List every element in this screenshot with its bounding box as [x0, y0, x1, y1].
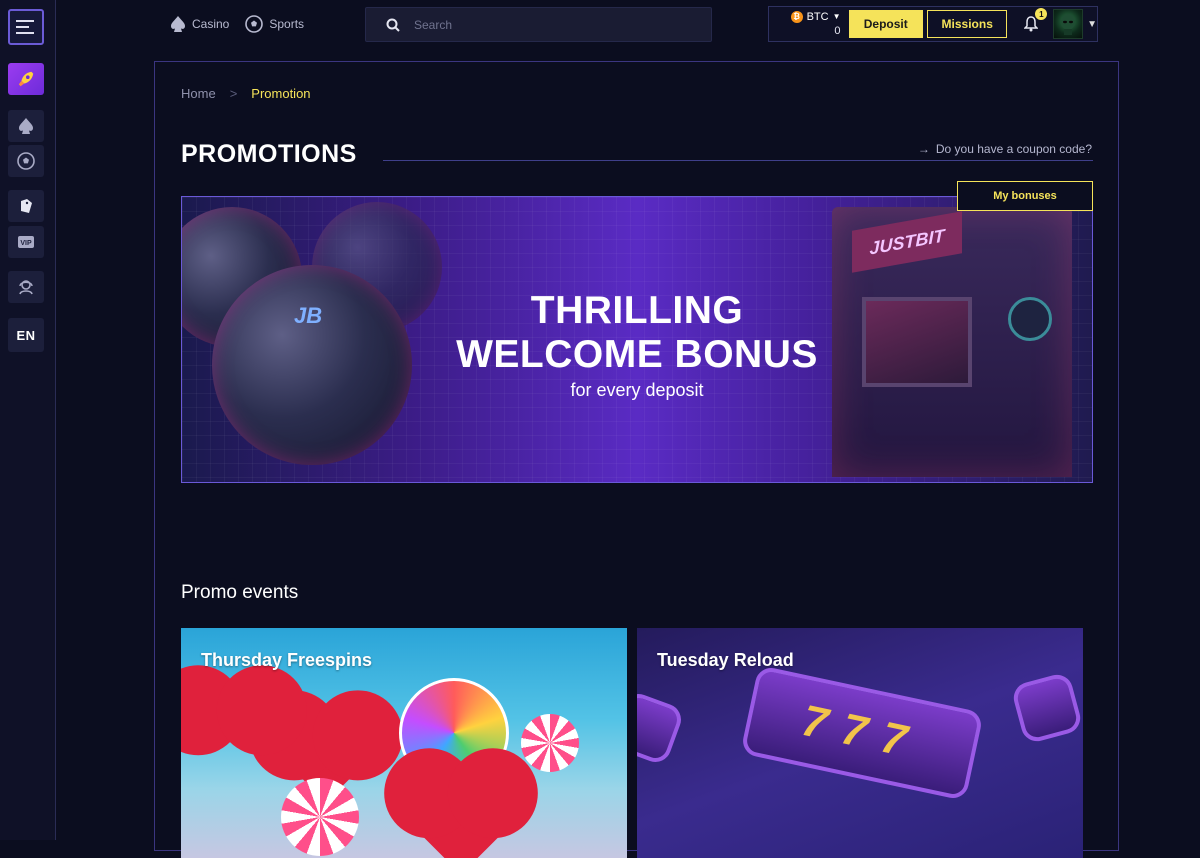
slot-reel-image [1010, 671, 1083, 745]
search-bar [365, 7, 712, 42]
alien-avatar-icon [1061, 14, 1076, 35]
avatar[interactable] [1053, 9, 1084, 39]
promo-card-title: Tuesday Reload [657, 650, 794, 670]
heart-image [214, 678, 246, 710]
search-icon [386, 18, 400, 32]
banner-headline-line2: WELCOME BONUS [456, 333, 818, 376]
nav-casino-label: Casino [192, 17, 230, 31]
bonus-nav-button[interactable] [8, 190, 44, 222]
promo-events-title: Promo events [181, 582, 299, 603]
banner-subtitle: for every deposit [570, 380, 704, 400]
nav-casino[interactable]: Casino [170, 10, 229, 38]
banner-headline-line1: THRILLING [530, 289, 744, 332]
svg-text:VIP: VIP [20, 240, 32, 247]
casino-nav-button[interactable] [8, 110, 44, 142]
sports-nav-button[interactable] [8, 145, 44, 177]
spade-icon [19, 118, 33, 134]
menu-button[interactable] [8, 9, 44, 45]
lollipop-image [281, 778, 359, 856]
language-button[interactable]: EN [8, 318, 44, 352]
slot-reel-image [637, 689, 686, 767]
breadcrumb: Home > Promotion [181, 86, 311, 101]
slot-reel-digits: 777 [797, 695, 927, 770]
account-bar: ₿ BTC ▼ 0 Deposit Missions 1 ▼ [768, 6, 1098, 42]
promo-card-thursday-freespins[interactable]: Thursday Freespins [181, 628, 627, 858]
balance-value: 0 [834, 25, 841, 37]
soccer-ball-icon [245, 15, 264, 33]
banner-headline: THRILLING WELCOME BONUS [182, 289, 1092, 377]
spade-icon [171, 16, 185, 32]
title-divider [383, 160, 1093, 161]
bitcoin-icon: ₿ [790, 11, 803, 23]
coupon-link-label: Do you have a coupon code? [935, 142, 1092, 156]
breadcrumb-current: Promotion [251, 86, 311, 101]
promotions-nav-button[interactable] [8, 63, 44, 95]
soccer-ball-icon [17, 152, 35, 170]
main-panel: Home > Promotion PROMOTIONS → Do you hav… [154, 61, 1119, 858]
vip-icon: VIP [18, 236, 34, 248]
coupon-link[interactable]: → Do you have a coupon code? [918, 142, 1092, 156]
slot-reel-image: 777 [740, 665, 984, 801]
support-nav-button[interactable] [8, 271, 44, 303]
my-bonuses-button[interactable]: My bonuses [957, 181, 1093, 211]
welcome-bonus-banner[interactable]: JB JUSTBIT THRILLING WELCOME BONUS for e… [181, 196, 1093, 483]
nav-sports[interactable]: Sports [245, 10, 304, 38]
hamburger-icon [16, 20, 34, 34]
breadcrumb-home-link[interactable]: Home [181, 86, 216, 101]
arcade-sign: JUSTBIT [852, 211, 962, 273]
notifications-button[interactable]: 1 [1021, 8, 1048, 34]
vip-nav-button[interactable]: VIP [8, 226, 44, 258]
notification-badge: 1 [1035, 8, 1048, 20]
missions-button[interactable]: Missions [926, 10, 1008, 38]
arrow-right-icon: → [917, 142, 930, 156]
wallet-selector[interactable]: ₿ BTC ▼ 0 [769, 10, 849, 38]
search-input[interactable] [414, 17, 674, 32]
heart-image [404, 761, 518, 858]
top-nav: Casino Sports [170, 10, 304, 38]
lollipop-image [521, 714, 579, 772]
breadcrumb-separator: > [229, 86, 238, 101]
sidebar: VIP EN [0, 0, 56, 840]
currency-label: BTC [806, 11, 829, 23]
support-icon [19, 280, 33, 295]
rocket-icon [18, 71, 34, 87]
chevron-down-icon: ▼ [832, 12, 841, 21]
promo-card-title: Thursday Freespins [201, 650, 373, 670]
deposit-button[interactable]: Deposit [848, 10, 923, 38]
nav-sports-label: Sports [269, 17, 305, 31]
chevron-down-icon[interactable]: ▼ [1087, 19, 1097, 30]
page-title: PROMOTIONS [181, 140, 357, 168]
promo-card-tuesday-reload[interactable]: 777 Tuesday Reload [637, 628, 1083, 858]
tag-icon [21, 199, 32, 213]
